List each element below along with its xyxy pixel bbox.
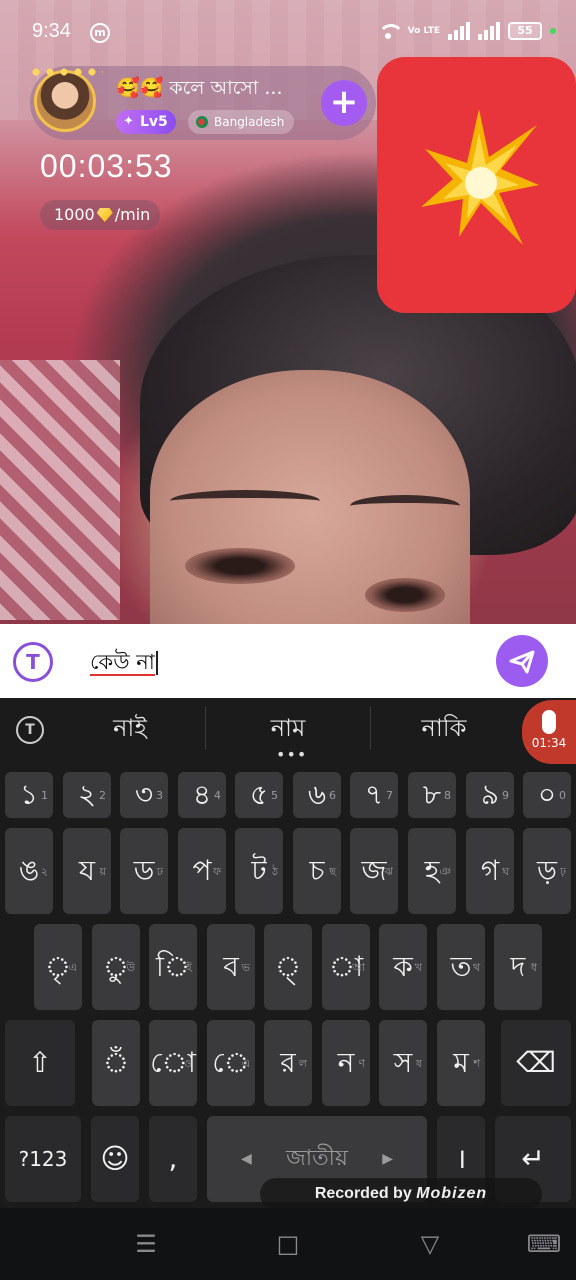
recent-apps-icon[interactable]: ☰ bbox=[126, 1230, 166, 1258]
key[interactable]: 9৯ bbox=[466, 772, 514, 818]
key[interactable]: 1১ bbox=[5, 772, 53, 818]
key[interactable]: 6৬ bbox=[293, 772, 341, 818]
key[interactable]: ইি bbox=[149, 924, 197, 1010]
symbols-key[interactable]: ?123 bbox=[5, 1116, 81, 1202]
key[interactable]: আা bbox=[322, 924, 370, 1010]
key[interactable]: ছচ bbox=[293, 828, 341, 914]
key[interactable]: শম bbox=[437, 1020, 485, 1106]
space-label: জাতীয় bbox=[286, 1146, 348, 1171]
key[interactable]: ্ bbox=[264, 924, 312, 1010]
back-icon[interactable]: ▽ bbox=[410, 1230, 450, 1258]
follow-button[interactable]: + bbox=[321, 80, 367, 126]
key[interactable]: এে bbox=[207, 1020, 255, 1106]
key[interactable]: ঁ bbox=[92, 1020, 140, 1106]
signal-icon-sim2 bbox=[478, 22, 500, 40]
volte-label: Vo LTE bbox=[407, 25, 440, 36]
navigation-bar: ☰ □ ▽ ⌨ bbox=[0, 1208, 576, 1280]
key[interactable]: ষস bbox=[379, 1020, 427, 1106]
status-icons: Vo LTE 55 bbox=[376, 22, 556, 40]
local-preview[interactable] bbox=[377, 57, 576, 313]
key[interactable]: ঘগ bbox=[466, 828, 514, 914]
host-avatar[interactable] bbox=[29, 63, 103, 132]
key[interactable]: 0০ bbox=[523, 772, 571, 818]
level-badge: Lv5 bbox=[116, 110, 176, 134]
key[interactable]: ধদ bbox=[494, 924, 542, 1010]
key[interactable]: ফপ bbox=[178, 828, 226, 914]
comma-key[interactable]: , bbox=[149, 1116, 197, 1202]
space-left-arrow-icon: ◀ bbox=[241, 1151, 252, 1167]
key[interactable]: য় য bbox=[63, 828, 111, 914]
diamond-icon bbox=[96, 208, 113, 222]
key[interactable]: 7৭ bbox=[350, 772, 398, 818]
keyboard-switch-icon[interactable]: ⌨ bbox=[524, 1230, 564, 1258]
suggestion-1[interactable]: নাই bbox=[50, 710, 210, 750]
rate-amount: 1000 bbox=[54, 205, 95, 224]
mobizen-app-icon: m bbox=[90, 23, 110, 43]
key[interactable]: 8৮ bbox=[408, 772, 456, 818]
key[interactable]: লর bbox=[264, 1020, 312, 1106]
emoji-key[interactable]: ☺ bbox=[91, 1116, 139, 1202]
recording-badge[interactable]: 01:34 bbox=[522, 700, 576, 764]
rate-unit: /min bbox=[114, 205, 151, 224]
send-button[interactable] bbox=[496, 635, 548, 687]
key[interactable]: ঢ় ড় bbox=[523, 828, 571, 914]
key[interactable]: 5৫ bbox=[235, 772, 283, 818]
shift-key[interactable]: ⇧ bbox=[5, 1020, 75, 1106]
recording-watermark: Recorded by Mobizen bbox=[260, 1178, 542, 1210]
status-bar: 9:34 m Vo LTE 55 bbox=[0, 0, 576, 64]
key[interactable]: ঢড bbox=[120, 828, 168, 914]
message-bar: T কেউ না bbox=[0, 624, 576, 698]
key[interactable]: এৃ bbox=[34, 924, 82, 1010]
battery-level: 55 bbox=[517, 24, 533, 37]
key[interactable]: থত bbox=[437, 924, 485, 1010]
suggestion-divider bbox=[205, 706, 206, 750]
suggestion-2[interactable]: নাম bbox=[208, 710, 368, 750]
video-cloth bbox=[0, 360, 120, 620]
key[interactable]: ঠট bbox=[235, 828, 283, 914]
battery-icon: 55 bbox=[508, 22, 542, 40]
mic-icon bbox=[542, 710, 556, 734]
video-brow-right bbox=[350, 495, 460, 517]
message-input[interactable]: কেউ না bbox=[90, 644, 470, 680]
key[interactable]: ঞহ bbox=[408, 828, 456, 914]
video-eye-right bbox=[365, 578, 445, 612]
signal-icon bbox=[448, 22, 470, 40]
key[interactable]: ভব bbox=[207, 924, 255, 1010]
recording-time: 01:34 bbox=[531, 736, 567, 750]
keyboard-translate-icon[interactable]: T bbox=[16, 716, 44, 744]
video-eye-left bbox=[185, 548, 295, 584]
host-name: 🥰🥰 কলে আসো ... bbox=[116, 77, 283, 99]
key[interactable]: 3৩ bbox=[120, 772, 168, 818]
wifi-icon bbox=[376, 22, 404, 40]
key[interactable]: ২ঙ bbox=[5, 828, 53, 914]
message-text: কেউ না bbox=[90, 650, 155, 676]
call-rate-pill: 1000 /min bbox=[40, 200, 161, 230]
status-time: 9:34 bbox=[32, 20, 71, 42]
suggestion-3[interactable]: নাকি bbox=[364, 710, 524, 750]
send-icon bbox=[509, 650, 535, 674]
country-badge: Bangladesh bbox=[188, 110, 295, 134]
key[interactable]: 4৪ bbox=[178, 772, 226, 818]
suggestion-strip: T নাই নাম নাকি ••• bbox=[0, 698, 576, 763]
key[interactable]: খক bbox=[379, 924, 427, 1010]
recorded-by-label: Recorded by bbox=[314, 1185, 412, 1202]
key[interactable]: উু bbox=[92, 924, 140, 1010]
home-icon[interactable]: □ bbox=[268, 1230, 308, 1258]
more-suggestions-icon[interactable]: ••• bbox=[276, 747, 307, 763]
key[interactable]: ঝজ bbox=[350, 828, 398, 914]
translate-icon[interactable]: T bbox=[13, 642, 53, 682]
call-timer: 00:03:53 bbox=[40, 148, 173, 184]
key[interactable]: 2২ bbox=[63, 772, 111, 818]
privacy-dot-icon bbox=[550, 28, 556, 34]
key[interactable]: ওো bbox=[149, 1020, 197, 1106]
collision-burst-icon bbox=[421, 109, 539, 245]
text-caret bbox=[155, 651, 158, 675]
backspace-key[interactable]: ⌫ bbox=[501, 1020, 571, 1106]
key[interactable]: ণন bbox=[322, 1020, 370, 1106]
video-brow-left bbox=[170, 490, 320, 512]
recorder-brand-logo: Mobizen bbox=[416, 1185, 488, 1202]
country-label: Bangladesh bbox=[214, 115, 285, 129]
bangladesh-flag-icon bbox=[196, 116, 208, 128]
